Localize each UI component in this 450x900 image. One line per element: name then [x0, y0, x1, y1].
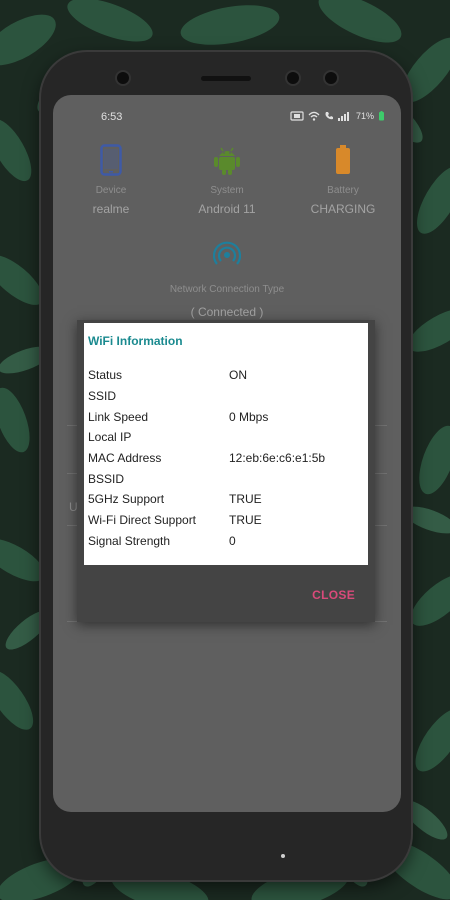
battery-value: CHARGING: [310, 202, 376, 216]
table-row: BSSID: [88, 468, 358, 489]
battery-icon: [336, 145, 350, 174]
battery-status-icon: [379, 111, 384, 121]
battery-percent: 71%: [355, 111, 374, 121]
device-info[interactable]: Device realme: [53, 143, 169, 216]
battery-info[interactable]: Battery CHARGING: [285, 143, 401, 216]
wifi-info-table: Status ON SSID Link Speed 0 Mbps Local I…: [88, 365, 358, 551]
row-value: 0 Mbps: [229, 409, 269, 424]
system-info[interactable]: System Android 11: [169, 143, 285, 216]
android-icon: [214, 147, 240, 175]
status-icons: 71%: [290, 111, 385, 121]
dialog-title: WiFi Information: [88, 334, 183, 348]
wifi-status-icon: [308, 111, 320, 121]
row-value: 0: [229, 533, 236, 548]
sensor-icon: [287, 72, 299, 84]
dialog-body: WiFi Information Status ON SSID Link Spe…: [84, 323, 368, 565]
row-value: 12:eb:6e:c6:e1:5b: [229, 451, 326, 466]
home-indicator: [281, 854, 285, 858]
status-bar: 6:53 71%: [53, 95, 401, 139]
table-row: Link Speed 0 Mbps: [88, 406, 358, 427]
table-row: MAC Address 12:eb:6e:c6:e1:5b: [88, 448, 358, 469]
close-button[interactable]: CLOSE: [312, 588, 355, 602]
table-row: Local IP: [88, 427, 358, 448]
device-label: Device: [95, 185, 127, 196]
front-camera-2-icon: [325, 72, 337, 84]
row-key: Link Speed: [88, 409, 149, 424]
row-key: Wi-Fi Direct Support: [88, 513, 197, 528]
row-key: Local IP: [88, 430, 132, 445]
table-row: 5GHz Support TRUE: [88, 489, 358, 510]
status-time: 6:53: [101, 111, 123, 123]
row-key: 5GHz Support: [88, 492, 165, 507]
row-value: ON: [229, 368, 247, 383]
row-key: Signal Strength: [88, 533, 171, 548]
row-value: TRUE: [229, 492, 262, 507]
table-row: Wi-Fi Direct Support TRUE: [88, 510, 358, 531]
call-icon: [325, 112, 333, 120]
system-value: Android 11: [198, 202, 256, 216]
battery-label: Battery: [327, 185, 359, 196]
row-value: TRUE: [229, 513, 262, 528]
system-label: System: [210, 185, 244, 196]
earpiece-speaker: [201, 76, 251, 81]
network-connection[interactable]: Network Connection Type: [53, 241, 401, 295]
wifi-signal-icon: [212, 241, 242, 265]
row-key: MAC Address: [88, 451, 162, 466]
network-label: Network Connection Type: [169, 284, 285, 295]
nfc-icon: [290, 111, 304, 121]
row-key: BSSID: [88, 471, 125, 486]
row-key: SSID: [88, 389, 117, 404]
phone-icon: [100, 144, 122, 176]
signal-icon: [337, 112, 349, 121]
wifi-info-dialog: WiFi Information Status ON SSID Link Spe…: [77, 320, 375, 622]
app-screen: 6:53 71% Device realme System Android 11…: [53, 95, 401, 812]
network-status: ( Connected ): [190, 305, 264, 319]
row-key: Status: [88, 368, 123, 383]
table-row: Signal Strength 0: [88, 531, 358, 552]
table-row: SSID: [88, 386, 358, 407]
device-value: realme: [92, 202, 130, 216]
front-camera-icon: [117, 72, 129, 84]
table-row: Status ON: [88, 365, 358, 386]
